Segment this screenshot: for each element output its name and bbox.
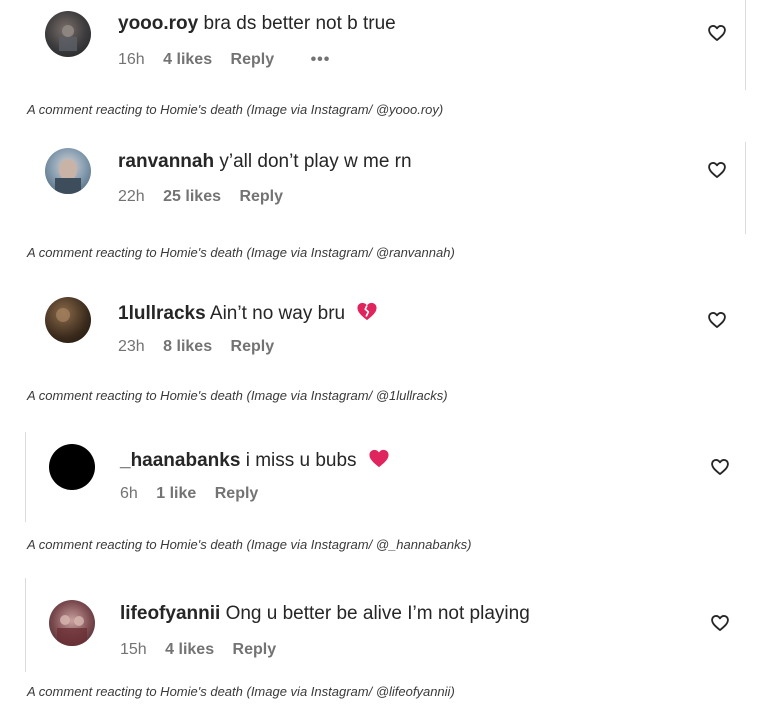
heart-outline-icon[interactable] (707, 160, 727, 180)
more-options-button[interactable]: ••• (311, 51, 331, 68)
reply-button[interactable]: Reply (215, 485, 259, 502)
likes-count[interactable]: 8 likes (163, 338, 212, 355)
comment-line: ranvannah y’all don’t play w me rn (118, 151, 412, 173)
comment-line: lifeofyannii Ong u better be alive I’m n… (120, 603, 530, 625)
image-caption: A comment reacting to Homie's death (Ima… (27, 388, 448, 403)
timestamp: 22h (118, 188, 145, 205)
comment-meta: 22h 25 likes Reply (118, 188, 297, 206)
image-caption: A comment reacting to Homie's death (Ima… (27, 102, 444, 117)
username[interactable]: lifeofyannii (120, 603, 220, 624)
timestamp: 6h (120, 485, 138, 502)
heart-outline-icon[interactable] (710, 457, 730, 477)
heart-outline-icon[interactable] (707, 23, 727, 43)
avatar-image (56, 308, 70, 322)
username[interactable]: _haanabanks (120, 450, 240, 471)
scroll-divider (745, 142, 746, 234)
avatar-image (55, 159, 81, 194)
comment-text: Ong u better be alive I’m not playing (225, 603, 530, 624)
comment-text: y’all don’t play w me rn (219, 151, 412, 172)
image-caption: A comment reacting to Homie's death (Ima… (27, 684, 455, 699)
comment-line: yooo.roy bra ds better not b true (118, 13, 396, 35)
username[interactable]: 1lullracks (118, 303, 206, 324)
username[interactable]: yooo.roy (118, 13, 198, 34)
avatar[interactable] (49, 444, 95, 490)
reply-button[interactable]: Reply (231, 51, 275, 68)
likes-count[interactable]: 25 likes (163, 188, 221, 205)
avatar[interactable] (45, 148, 91, 194)
timestamp: 15h (120, 641, 147, 658)
image-caption: A comment reacting to Homie's death (Ima… (27, 245, 455, 260)
comment-text: i miss u bubs (245, 450, 357, 471)
comment-meta: 23h 8 likes Reply (118, 338, 288, 356)
avatar[interactable] (45, 11, 91, 57)
thread-line (25, 432, 26, 522)
heart-outline-icon[interactable] (707, 310, 727, 330)
reply-button[interactable]: Reply (239, 188, 283, 205)
image-caption: A comment reacting to Homie's death (Ima… (27, 537, 472, 552)
timestamp: 16h (118, 51, 145, 68)
username[interactable]: ranvannah (118, 151, 214, 172)
reply-button[interactable]: Reply (233, 641, 277, 658)
comment-meta: 15h 4 likes Reply (120, 641, 290, 659)
comment-line: _haanabanks i miss u bubs (120, 448, 390, 472)
avatar-image (57, 615, 87, 646)
thread-line (25, 578, 26, 672)
likes-count[interactable]: 4 likes (165, 641, 214, 658)
comment-meta: 6h 1 like Reply (120, 485, 272, 503)
red-heart-emoji-icon (369, 449, 389, 468)
comment-text: bra ds better not b true (203, 13, 396, 34)
likes-count[interactable]: 4 likes (163, 51, 212, 68)
reply-button[interactable]: Reply (231, 338, 275, 355)
timestamp: 23h (118, 338, 145, 355)
heart-outline-icon[interactable] (710, 613, 730, 633)
comment-text: Ain’t no way bru (209, 303, 346, 324)
scroll-divider (745, 0, 746, 90)
broken-heart-emoji-icon (357, 302, 377, 321)
avatar[interactable] (45, 297, 91, 343)
likes-count[interactable]: 1 like (156, 485, 196, 502)
avatar[interactable] (49, 600, 95, 646)
comment-meta: 16h 4 likes Reply ••• (118, 51, 344, 69)
avatar-image (59, 25, 77, 51)
comment-line: 1lullracks Ain’t no way bru (118, 301, 378, 325)
